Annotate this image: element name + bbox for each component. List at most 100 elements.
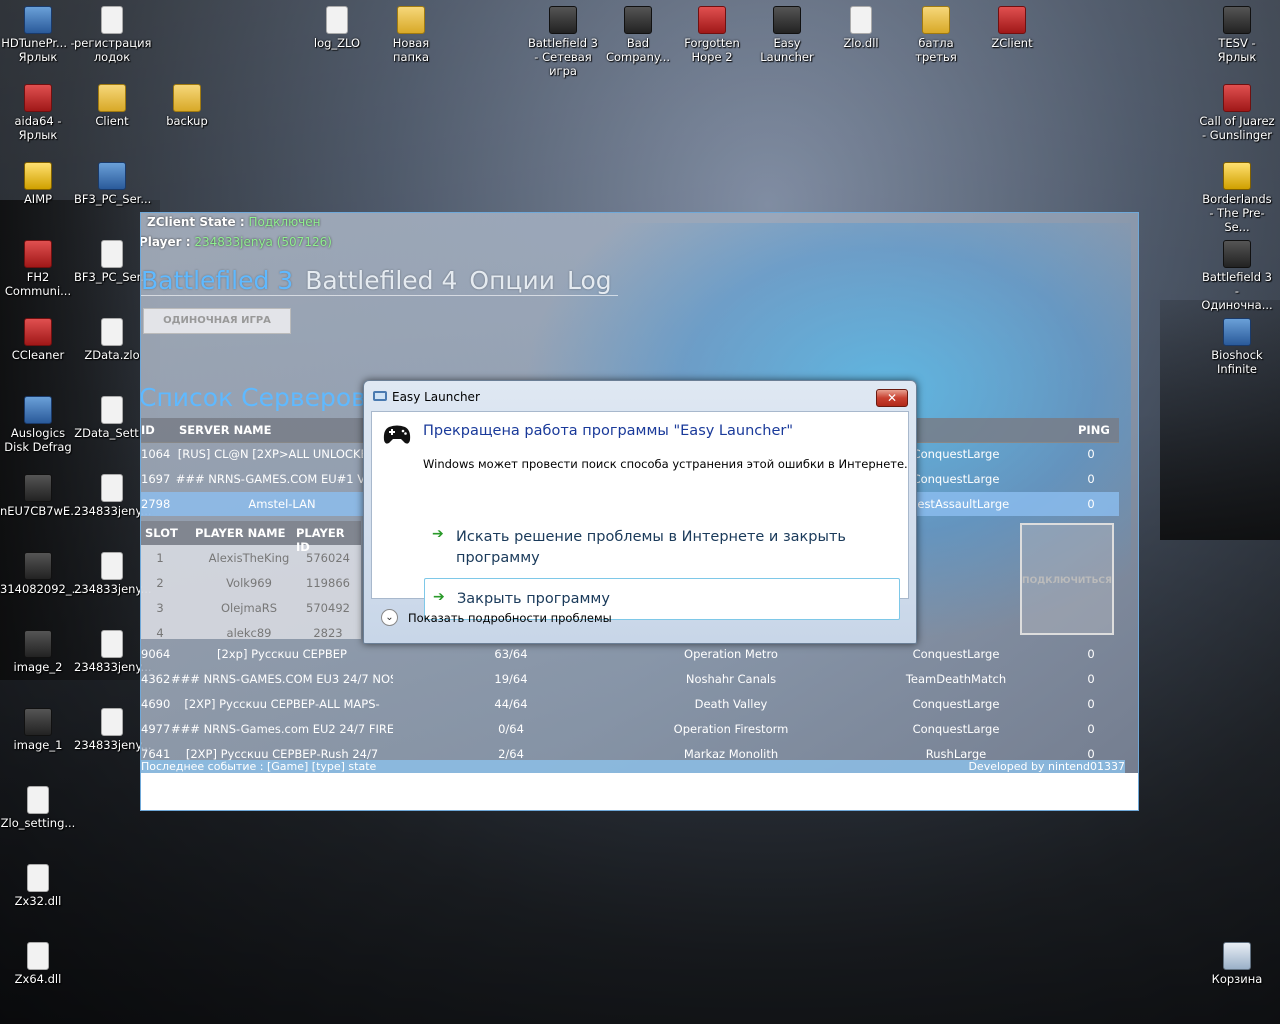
desktop-icon-label: Zlo_setting... — [0, 816, 76, 830]
col-ping[interactable]: PING — [1078, 423, 1110, 437]
cell-map: Operation Metro — [684, 647, 778, 661]
file-icon — [27, 786, 49, 814]
tab-log[interactable]: Log — [567, 266, 612, 295]
cell-mode: ConquestLarge — [912, 697, 1000, 711]
file-icon — [27, 864, 49, 892]
show-details-link[interactable]: Показать подробности проблемы — [408, 611, 612, 625]
desktop-icon[interactable]: Zx64.dll — [0, 942, 76, 986]
cell-ping: 0 — [1087, 672, 1095, 686]
desktop-icon[interactable]: nEU7CB7wE... — [0, 474, 81, 518]
dialog-titlebar[interactable]: Easy Launcher ✕ — [364, 381, 916, 409]
chevron-down-icon[interactable]: ⌄ — [381, 609, 398, 626]
desktop-icon[interactable]: FH2 Communi... — [0, 240, 76, 298]
connect-button[interactable]: ПОДКЛЮЧИТЬСЯ — [1020, 523, 1114, 635]
desktop-icon[interactable]: ZData.zlo — [74, 318, 150, 362]
desktop-icon[interactable]: 234833jeny... — [74, 552, 152, 596]
player-slot: 3 — [156, 601, 164, 615]
desktop-icon[interactable]: TESV - Ярлык — [1199, 6, 1275, 64]
col-slot[interactable]: SLOT — [145, 526, 178, 540]
player-id: 570492 — [306, 601, 350, 615]
desktop-icon-label: ZData.zlo — [84, 348, 140, 362]
player-id: 2823 — [313, 626, 343, 640]
single-game-button[interactable]: ОДИНОЧНАЯ ИГРА — [143, 308, 291, 334]
desktop-icon[interactable]: Battlefield 3 - Сетевая игра — [525, 6, 601, 78]
desktop-icon-label: ZData_Sett... — [74, 426, 150, 440]
desktop-icon[interactable]: Easy Launcher — [749, 6, 825, 64]
tab-battlefield4[interactable]: Battlefiled 4 — [305, 266, 457, 295]
desktop-icon[interactable]: регистрация лодок — [74, 6, 151, 64]
desktop-icon[interactable]: Zlo.dll — [823, 6, 899, 50]
desktop-icon[interactable]: Call of Juarez - Gunslinger — [1199, 84, 1275, 142]
file-icon — [850, 6, 872, 34]
desktop-icon[interactable]: Borderlands - The Pre-Se... — [1199, 162, 1275, 234]
desktop-icon[interactable]: ZClient — [974, 6, 1050, 50]
desktop-icon[interactable]: CCleaner — [0, 318, 76, 362]
cell-mode: ConquestLarge — [912, 647, 1000, 661]
cell-map: Death Valley — [694, 697, 768, 711]
desktop-icon[interactable]: батла третья — [898, 6, 974, 64]
red-icon — [24, 240, 52, 268]
desktop-icon[interactable]: Battlefield 3 - Одиночна... — [1199, 240, 1275, 312]
file-icon — [101, 396, 123, 424]
desktop-icon[interactable]: Новая папка — [373, 6, 449, 64]
search-solution-option[interactable]: ➔ Искать решение проблемы в Интернете и … — [424, 524, 900, 574]
desktop-icon[interactable]: Forgotten Hope 2 — [674, 6, 750, 64]
table-row[interactable]: 4977 ### NRNS-Games.com EU2 24/7 FIRESTO 0… — [141, 717, 1119, 741]
player-name: AlexisTheKing — [208, 551, 290, 565]
status-developer: Developed by nintend01337 — [968, 760, 1125, 773]
desktop-icon[interactable]: 314082092_... — [0, 552, 83, 596]
cell-name: Amstel-LAN — [248, 497, 316, 511]
desktop-icon[interactable]: ZData_Sett... — [74, 396, 150, 440]
player-value: 234833jenya (507126) — [194, 235, 332, 249]
desktop-icon-label: Zx32.dll — [14, 894, 62, 908]
desktop-icon[interactable]: image_2 — [0, 630, 76, 674]
desktop-icon-label: backup — [166, 114, 208, 128]
arrow-right-icon: ➔ — [432, 526, 444, 542]
cell-players: 19/64 — [494, 672, 528, 686]
tab-battlefield3[interactable]: Battlefiled 3 — [141, 266, 293, 295]
table-row[interactable]: 4690 [2XP] Русскuu СЕРВЕР-ALL MAPS- 44/64 D… — [141, 692, 1119, 716]
close-icon: ✕ — [886, 391, 898, 405]
desktop-icon[interactable]: 234833jeny... — [74, 708, 152, 752]
cell-map: Noshahr Canals — [685, 672, 777, 686]
file-icon — [326, 6, 348, 34]
desktop-icon[interactable]: Auslogics Disk Defrag — [0, 396, 76, 454]
desktop-icon[interactable]: 234833jeny... — [74, 630, 152, 674]
desktop-icon[interactable]: Bioshock Infinite — [1199, 318, 1275, 376]
desktop-icon[interactable]: Zlo_setting... — [0, 786, 76, 830]
desktop-icon[interactable]: Zx32.dll — [0, 864, 76, 908]
desktop-icon-label: Forgotten Hope 2 — [684, 36, 740, 64]
col-id[interactable]: ID — [141, 423, 155, 437]
desktop-icon[interactable]: BF3_PC_Ser... — [74, 240, 151, 284]
desktop-icon[interactable]: HDTunePr... - Ярлык — [0, 6, 76, 64]
desktop-icon[interactable]: AIMP — [0, 162, 76, 206]
col-player-name[interactable]: PLAYER NAME — [195, 526, 285, 540]
desktop-icon[interactable]: aida64 - Ярлык — [0, 84, 76, 142]
app-icon — [1223, 318, 1251, 346]
cell-name: ### NRNS-GAMES.COM EU3 24/7 NOSHA — [171, 672, 393, 686]
folder-icon — [922, 6, 950, 34]
desktop-icon[interactable]: BF3_PC_Ser... — [74, 162, 151, 206]
desktop-icon-label: Battlefield 3 - Одиночна... — [1201, 270, 1273, 312]
table-row[interactable]: 4362 ### NRNS-GAMES.COM EU3 24/7 NOSHA 19/… — [141, 667, 1119, 691]
player-id: 576024 — [306, 551, 350, 565]
folder-icon — [397, 6, 425, 34]
cell-ping: 0 — [1087, 697, 1095, 711]
desktop-icon[interactable]: log_ZLO — [299, 6, 375, 50]
tab-options[interactable]: Опции — [469, 266, 555, 295]
desktop-icon-label: батла третья — [915, 36, 957, 64]
desktop-icon[interactable]: 234833jeny... — [74, 474, 152, 518]
desktop-icon[interactable]: image_1 — [0, 708, 76, 752]
desktop-icon[interactable]: Bad Company... — [600, 6, 676, 64]
desktop-icon-label: Call of Juarez - Gunslinger — [1199, 114, 1275, 142]
close-button[interactable]: ✕ — [876, 389, 908, 407]
col-server-name[interactable]: SERVER NAME — [179, 423, 271, 437]
dark-icon — [24, 474, 52, 502]
desktop-icon[interactable]: Корзина — [1199, 942, 1275, 986]
list-item[interactable]: 4 alekc89 2823 — [141, 626, 361, 657]
desktop-icon[interactable]: backup — [149, 84, 225, 128]
cell-ping: 0 — [1087, 472, 1095, 486]
desktop-icon[interactable]: Client — [74, 84, 150, 128]
players-header: SLOT PLAYER NAME PLAYER ID — [141, 521, 361, 554]
error-dialog[interactable]: Easy Launcher ✕ Прекращена работа програ… — [363, 380, 917, 644]
